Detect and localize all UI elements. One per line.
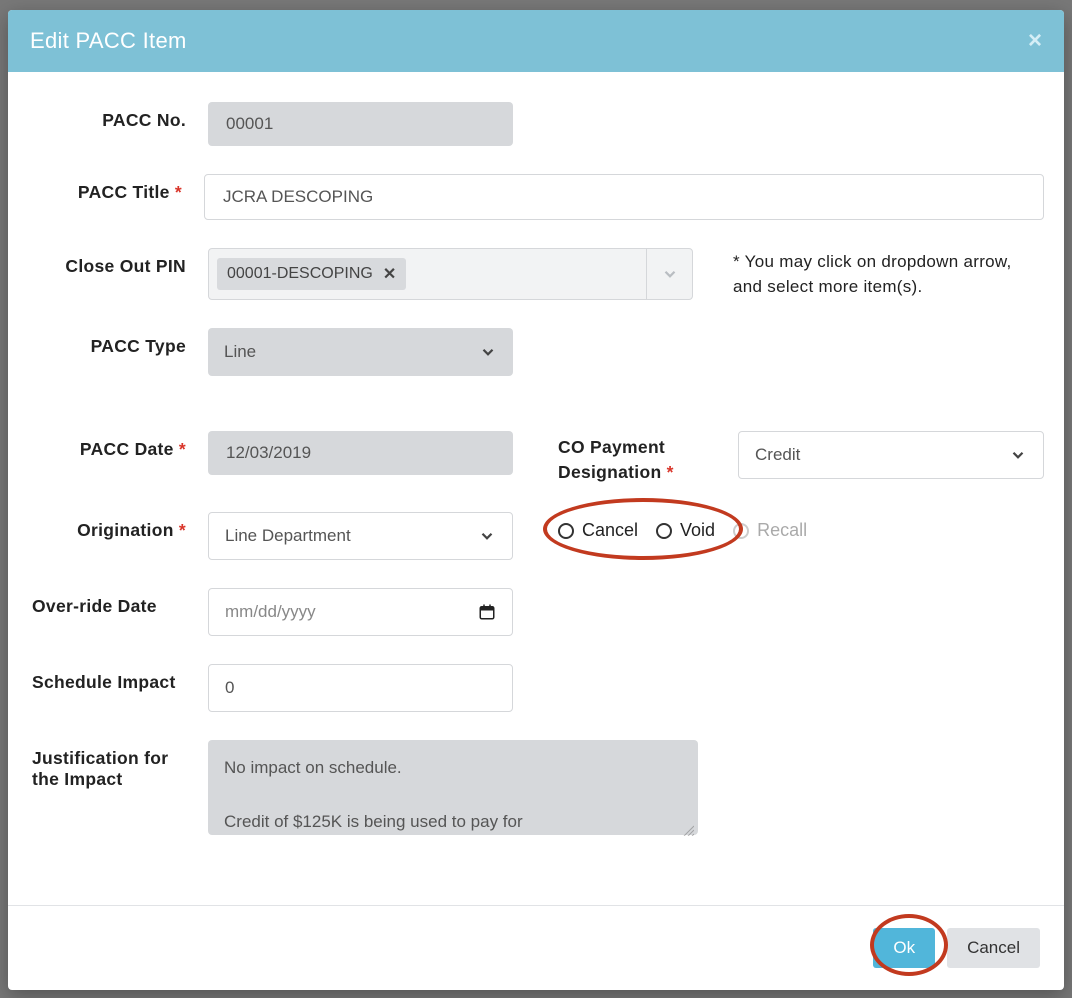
- pacc-title-input[interactable]: [204, 174, 1044, 220]
- radio-icon: [656, 523, 672, 539]
- close-icon[interactable]: ×: [1028, 29, 1042, 53]
- pacc-type-label: PACC Type: [28, 328, 208, 357]
- calendar-icon: [478, 603, 496, 621]
- justification-textarea[interactable]: [208, 740, 698, 835]
- override-date-placeholder: mm/dd/yyyy: [225, 602, 316, 622]
- cancel-radio[interactable]: Cancel: [558, 520, 638, 541]
- origination-select[interactable]: Line Department: [208, 512, 513, 560]
- radio-icon: [558, 523, 574, 539]
- close-out-pin-helper: * You may click on dropdown arrow, and s…: [733, 249, 1033, 300]
- resize-handle-icon[interactable]: [682, 824, 694, 836]
- chevron-down-icon: [478, 527, 496, 545]
- modal-footer: Ok Cancel: [8, 905, 1064, 990]
- close-out-pin-multiselect[interactable]: 00001-DESCOPING ✕: [208, 248, 693, 300]
- close-out-pin-label: Close Out PIN: [28, 248, 208, 277]
- modal-header: Edit PACC Item ×: [8, 10, 1064, 72]
- pacc-no-value: 00001: [208, 102, 513, 146]
- co-payment-select[interactable]: Credit: [738, 431, 1044, 479]
- schedule-impact-label: Schedule Impact: [28, 664, 208, 693]
- pacc-date-label: PACC Date *: [28, 431, 208, 460]
- void-radio[interactable]: Void: [656, 520, 715, 541]
- pacc-date-value: 12/03/2019: [208, 431, 513, 475]
- edit-pacc-modal: Edit PACC Item × PACC No. 00001 PACC Tit…: [8, 10, 1064, 990]
- pacc-title-label: PACC Title *: [28, 174, 204, 203]
- co-payment-label: CO Payment Designation *: [558, 431, 738, 484]
- chip-remove-icon[interactable]: ✕: [383, 264, 396, 284]
- pacc-no-label: PACC No.: [28, 102, 208, 131]
- recall-radio: Recall: [733, 520, 807, 541]
- pacc-type-select[interactable]: Line: [208, 328, 513, 376]
- modal-title: Edit PACC Item: [30, 28, 187, 54]
- modal-body: PACC No. 00001 PACC Title * Close Out PI…: [8, 72, 1064, 905]
- chevron-down-icon: [479, 343, 497, 361]
- override-date-label: Over-ride Date: [28, 588, 208, 617]
- close-out-pin-chip: 00001-DESCOPING ✕: [217, 258, 406, 290]
- origination-label: Origination *: [28, 512, 208, 541]
- chevron-down-icon: [1009, 446, 1027, 464]
- radio-icon: [733, 523, 749, 539]
- multiselect-dropdown-toggle[interactable]: [646, 249, 692, 299]
- chevron-down-icon: [661, 265, 679, 283]
- override-date-input[interactable]: mm/dd/yyyy: [208, 588, 513, 636]
- ok-button[interactable]: Ok: [873, 928, 935, 968]
- cancel-button[interactable]: Cancel: [947, 928, 1040, 968]
- schedule-impact-input[interactable]: [208, 664, 513, 712]
- justification-label: Justification for the Impact: [28, 740, 208, 790]
